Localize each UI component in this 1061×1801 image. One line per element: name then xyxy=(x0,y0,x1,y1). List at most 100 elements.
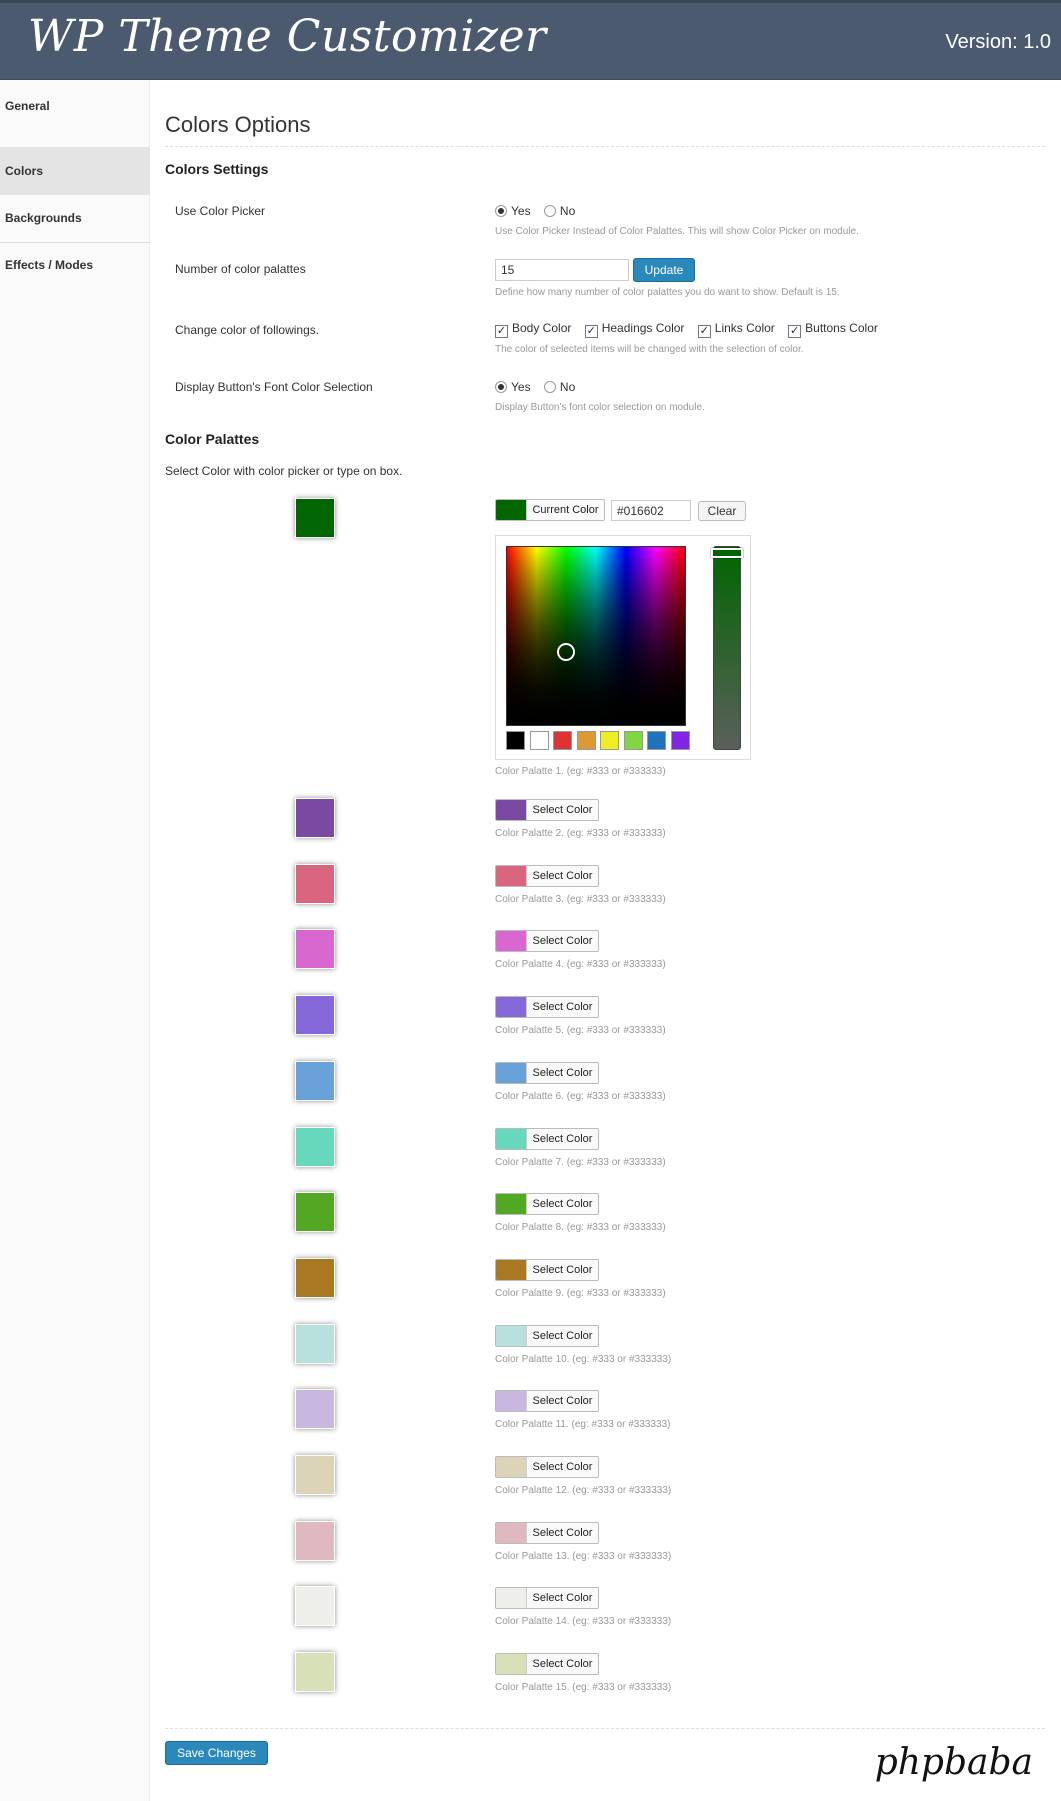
select-color-button[interactable]: Select Color xyxy=(495,799,599,821)
palatte-desc: Color Palatte 12. (eg: #333 or #333333) xyxy=(495,1485,672,1496)
select-color-button[interactable]: Select Color xyxy=(495,1521,599,1544)
select-color-label: Select Color xyxy=(526,1194,598,1215)
palatte-preview-2 xyxy=(295,798,335,838)
select-color-button[interactable]: Select Color xyxy=(495,1061,599,1084)
select-color-label: Select Color xyxy=(526,1259,598,1280)
sidebar-item-colors[interactable]: Colors xyxy=(0,147,150,195)
palatte-desc: Color Palatte 6. (eg: #333 or #333333) xyxy=(495,1090,666,1102)
save-changes-button[interactable]: Save Changes xyxy=(165,1741,268,1765)
palatte-swatch xyxy=(496,1128,526,1149)
select-color-label: Select Color xyxy=(526,865,598,886)
update-button[interactable]: Update xyxy=(633,258,695,282)
current-color-swatch xyxy=(496,500,526,520)
select-color-label: Select Color xyxy=(526,1522,598,1543)
palatte-desc: Color Palatte 1. (eg: #333 or #333333) xyxy=(495,766,666,777)
checkbox-checked[interactable]: ✓ xyxy=(584,325,598,338)
palatte-desc: Color Palatte 9. (eg: #333 or #333333) xyxy=(495,1287,666,1299)
change-color-label: Change color of followings. xyxy=(175,323,320,337)
num-palattes-input[interactable]: 15 xyxy=(495,259,629,281)
app-title: WP Theme Customizer xyxy=(28,11,547,62)
sidebar-item-general[interactable]: General xyxy=(0,82,150,130)
preset-swatch[interactable] xyxy=(600,731,619,750)
select-color-button[interactable]: Select Color xyxy=(495,1324,599,1347)
saturation-shade xyxy=(506,546,686,726)
palatte-swatch xyxy=(496,800,526,820)
preset-swatch[interactable] xyxy=(647,731,666,750)
preset-swatch[interactable] xyxy=(576,731,596,750)
preset-swatch[interactable] xyxy=(506,731,525,750)
palatte-swatch xyxy=(496,1522,526,1543)
palatte-swatch xyxy=(496,1194,526,1215)
palattes-intro: Select Color with color picker or type o… xyxy=(165,464,403,478)
select-color-button[interactable]: Select Color xyxy=(495,930,599,953)
select-color-button[interactable]: Select Color xyxy=(495,1390,599,1413)
select-color-label: Select Color xyxy=(526,1457,598,1477)
palatte-swatch xyxy=(496,865,526,886)
btn-font-color-no[interactable]: No xyxy=(543,380,576,394)
palatte-preview-9 xyxy=(295,1257,335,1298)
use-color-picker-no[interactable]: No xyxy=(543,204,575,218)
use-color-picker-options: Yes No xyxy=(495,204,585,218)
page-title: Colors Options xyxy=(165,112,311,137)
sidebar-item-backgrounds[interactable]: Backgrounds xyxy=(0,194,150,242)
btn-font-color-options: Yes No xyxy=(495,380,585,394)
palatte-preview-7 xyxy=(295,1126,335,1167)
checkbox-headings-color[interactable]: ✓ Headings Color xyxy=(584,321,684,338)
btn-font-color-yes[interactable]: Yes xyxy=(495,380,531,394)
btn-font-color-label: Display Button's Font Color Selection xyxy=(175,380,373,394)
select-color-label: Select Color xyxy=(526,1588,598,1609)
preset-swatch[interactable] xyxy=(553,731,572,750)
sidebar: General Colors Backgrounds Effects / Mod… xyxy=(0,80,150,1801)
select-color-button[interactable]: Select Color xyxy=(495,1127,599,1150)
select-color-button[interactable]: Select Color xyxy=(495,1587,599,1610)
palatte-preview-10 xyxy=(295,1323,335,1364)
num-palattes-label: Number of color palattes xyxy=(175,262,306,276)
checkbox-checked[interactable]: ✓ xyxy=(495,325,508,338)
option-label: Yes xyxy=(511,204,531,218)
select-color-button[interactable]: Select Color xyxy=(495,1653,599,1676)
palatte-swatch xyxy=(496,1062,526,1083)
sidebar-item-label: Effects / Modes xyxy=(5,258,94,272)
select-color-button[interactable]: Select Color xyxy=(495,1258,599,1281)
use-color-picker-yes[interactable]: Yes xyxy=(495,204,531,218)
palatte-desc: Color Palatte 7. (eg: #333 or #333333) xyxy=(495,1156,666,1168)
sidebar-item-effects-modes[interactable]: Effects / Modes xyxy=(0,241,150,289)
num-palattes-desc: Define how many number of color palattes… xyxy=(495,287,840,298)
select-color-button[interactable]: Select Color xyxy=(495,1193,599,1216)
palatte-swatch xyxy=(496,997,526,1018)
select-color-button[interactable]: Select Color xyxy=(495,996,599,1019)
section-title-color-palattes: Color Palattes xyxy=(165,431,260,447)
select-color-button[interactable]: Select Color xyxy=(495,864,599,887)
current-color-button[interactable]: Current Color xyxy=(495,499,605,521)
preset-swatch[interactable] xyxy=(623,731,643,750)
checkbox-links-color[interactable]: ✓ Links Color xyxy=(697,321,775,338)
sidebar-item-label: General xyxy=(5,99,50,113)
select-color-button[interactable]: Select Color xyxy=(495,1456,599,1478)
checkbox-checked[interactable]: ✓ xyxy=(788,325,802,338)
hue-slider-handle[interactable] xyxy=(711,548,743,558)
radio-selected[interactable] xyxy=(495,205,507,217)
preset-swatch[interactable] xyxy=(529,731,549,750)
select-color-label: Select Color xyxy=(526,1391,598,1412)
radio[interactable] xyxy=(543,381,556,393)
checkbox-buttons-color[interactable]: ✓ Buttons Color xyxy=(788,321,878,338)
palatte-desc: Color Palatte 2. (eg: #333 or #333333) xyxy=(495,828,666,839)
select-color-label: Select Color xyxy=(526,931,598,952)
option-label: Buttons Color xyxy=(805,321,878,335)
clear-button[interactable]: Clear xyxy=(698,501,746,521)
checkbox-checked[interactable]: ✓ xyxy=(697,325,711,338)
hue-slider[interactable] xyxy=(713,546,741,750)
option-label: No xyxy=(559,380,576,394)
checkbox-body-color[interactable]: ✓ Body Color xyxy=(495,321,571,338)
palatte-desc: Color Palatte 14. (eg: #333 or #333333) xyxy=(495,1616,672,1628)
bottom-divider xyxy=(165,1728,1045,1729)
preset-swatch[interactable] xyxy=(670,731,690,750)
hex-input[interactable]: #016602 xyxy=(611,500,691,521)
palatte-swatch xyxy=(496,1259,526,1280)
radio-selected[interactable] xyxy=(495,381,507,393)
palatte-desc: Color Palatte 8. (eg: #333 or #333333) xyxy=(495,1222,666,1234)
palatte-preview-13 xyxy=(295,1520,335,1561)
radio[interactable] xyxy=(543,205,556,217)
picker-cursor[interactable] xyxy=(557,643,575,661)
palatte-preview-11 xyxy=(295,1389,335,1430)
